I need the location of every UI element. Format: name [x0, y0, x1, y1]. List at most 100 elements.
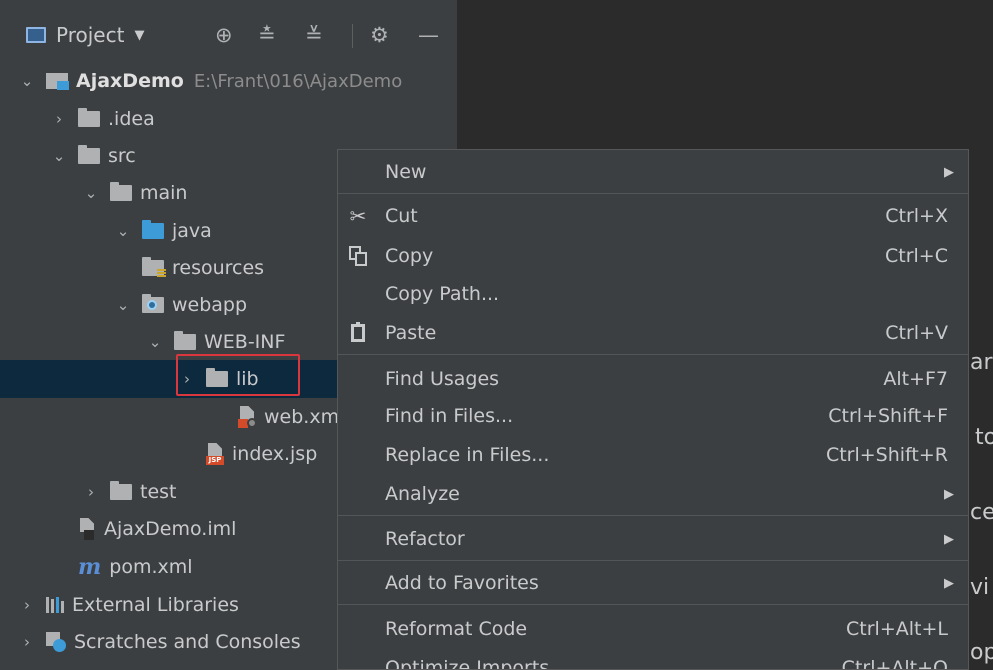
menu-item-label: New	[385, 161, 427, 183]
menu-item-cut[interactable]: ✂ Cut Ctrl+X	[338, 196, 968, 236]
submenu-arrow-icon: ▶	[944, 164, 954, 180]
menu-item-label: Find Usages	[385, 368, 500, 390]
resources-folder-icon	[142, 257, 166, 278]
chevron-down-icon: ▼	[134, 27, 145, 43]
editor-text-fragment: vi	[970, 575, 990, 600]
editor-text-fragment: ar	[970, 350, 993, 375]
folder-icon	[174, 331, 196, 350]
gear-icon[interactable]: ⚙	[370, 20, 389, 50]
tree-node-label: index.jsp	[232, 443, 318, 465]
folder-icon	[78, 108, 100, 127]
iml-file-icon	[78, 518, 96, 540]
context-menu: New ▶ ✂ Cut Ctrl+X Copy Ctrl+C Copy Path…	[337, 149, 969, 670]
collapse-all-icon[interactable]: ≚	[305, 20, 323, 50]
menu-separator	[338, 193, 968, 194]
menu-item-label: Optimize Imports	[385, 657, 550, 670]
editor-text-fragment: ce	[970, 500, 993, 525]
menu-item-copy[interactable]: Copy Ctrl+C	[338, 236, 968, 276]
menu-separator	[338, 604, 968, 605]
web-folder-icon	[142, 294, 164, 313]
tree-node-path: E:\Frant\016\AjaxDemo	[193, 70, 403, 92]
chevron-down-icon[interactable]: ⌄	[146, 333, 164, 351]
menu-separator	[338, 515, 968, 516]
locate-icon[interactable]: ⊕	[215, 20, 233, 50]
menu-item-analyze[interactable]: Analyze ▶	[338, 474, 968, 514]
menu-item-shortcut: Alt+F7	[883, 368, 948, 390]
project-view-selector[interactable]: Project ▼	[26, 20, 144, 50]
chevron-down-icon[interactable]: ⌄	[50, 147, 68, 165]
menu-item-label: Copy	[385, 245, 434, 267]
project-view-label: Project	[56, 23, 125, 47]
menu-item-new[interactable]: New ▶	[338, 152, 968, 192]
tree-node-idea[interactable]: › .idea	[0, 100, 457, 138]
project-toolbar: Project ▼ ⊕ ≛ ≚ ⚙ —	[0, 20, 457, 50]
tree-node-label: webapp	[172, 294, 248, 316]
menu-item-shortcut: Ctrl+Shift+R	[825, 444, 948, 466]
chevron-right-icon[interactable]: ›	[50, 110, 68, 128]
menu-item-label: Refactor	[385, 528, 465, 550]
clipboard-icon	[346, 321, 370, 345]
tree-node-label: java	[172, 220, 212, 242]
submenu-arrow-icon: ▶	[944, 531, 954, 547]
minimize-icon[interactable]: —	[418, 20, 439, 50]
library-icon	[46, 597, 64, 613]
xml-file-icon	[238, 406, 257, 428]
folder-icon	[78, 145, 100, 164]
menu-item-label: Analyze	[385, 483, 460, 505]
menu-item-reformat-code[interactable]: Reformat Code Ctrl+Alt+L	[338, 609, 968, 649]
chevron-down-icon[interactable]: ⌄	[114, 296, 132, 314]
tree-node-label: .idea	[108, 108, 155, 130]
tree-node-label: pom.xml	[109, 556, 193, 578]
menu-item-find-in-files[interactable]: Find in Files... Ctrl+Shift+F	[338, 396, 968, 436]
chevron-down-icon[interactable]: ⌄	[82, 184, 100, 202]
tree-node-label: resources	[172, 257, 265, 279]
menu-item-label: Copy Path...	[385, 283, 500, 305]
menu-item-label: Paste	[385, 322, 437, 344]
tree-node-label: test	[140, 481, 177, 503]
tree-node-label: AjaxDemo	[76, 70, 184, 92]
menu-item-copy-path[interactable]: Copy Path...	[338, 274, 968, 314]
chevron-down-icon[interactable]: ⌄	[18, 72, 36, 90]
menu-item-shortcut: Ctrl+Shift+F	[828, 405, 948, 427]
tree-node-label: Scratches and Consoles	[74, 631, 301, 653]
folder-icon	[110, 182, 132, 201]
menu-item-add-to-favorites[interactable]: Add to Favorites ▶	[338, 563, 968, 603]
menu-item-label: Find in Files...	[385, 405, 514, 427]
menu-item-shortcut: Ctrl+X	[885, 205, 948, 227]
source-folder-icon	[142, 220, 164, 239]
chevron-right-icon[interactable]: ›	[18, 633, 36, 651]
chevron-down-icon[interactable]: ⌄	[114, 222, 132, 240]
tree-node-ajaxdemo[interactable]: ⌄ AjaxDemo E:\Frant\016\AjaxDemo	[0, 62, 457, 100]
menu-separator	[338, 560, 968, 561]
tree-node-label: web.xml	[264, 406, 345, 428]
chevron-right-icon[interactable]: ›	[18, 596, 36, 614]
tree-node-label: src	[108, 145, 136, 167]
menu-item-label: Reformat Code	[385, 618, 528, 640]
menu-item-shortcut: Ctrl+Alt+O	[841, 657, 948, 670]
tree-node-label: External Libraries	[72, 594, 239, 616]
jsp-file-icon: JSP	[206, 443, 224, 465]
editor-text-fragment: to	[975, 425, 993, 450]
tree-node-label: WEB-INF	[204, 331, 286, 353]
menu-item-optimize-imports[interactable]: Optimize Imports Ctrl+Alt+O	[338, 648, 968, 670]
chevron-right-icon[interactable]: ›	[82, 483, 100, 501]
menu-item-label: Cut	[385, 205, 418, 227]
menu-item-replace-in-files[interactable]: Replace in Files... Ctrl+Shift+R	[338, 435, 968, 475]
tree-node-label: AjaxDemo.iml	[104, 518, 237, 540]
menu-item-shortcut: Ctrl+Alt+L	[846, 618, 948, 640]
window-top-border	[0, 0, 993, 8]
editor-text-fragment: op	[970, 640, 993, 665]
menu-item-label: Add to Favorites	[385, 572, 539, 594]
menu-item-label: Replace in Files...	[385, 444, 550, 466]
menu-item-paste[interactable]: Paste Ctrl+V	[338, 313, 968, 353]
menu-item-refactor[interactable]: Refactor ▶	[338, 519, 968, 559]
menu-item-find-usages[interactable]: Find Usages Alt+F7	[338, 359, 968, 399]
menu-separator	[338, 354, 968, 355]
submenu-arrow-icon: ▶	[944, 575, 954, 591]
folder-icon	[110, 481, 132, 500]
highlight-box	[176, 354, 300, 396]
expand-all-icon[interactable]: ≛	[258, 20, 276, 50]
project-view-icon	[26, 27, 46, 43]
maven-icon: m	[78, 554, 102, 580]
tree-node-label: main	[140, 182, 188, 204]
